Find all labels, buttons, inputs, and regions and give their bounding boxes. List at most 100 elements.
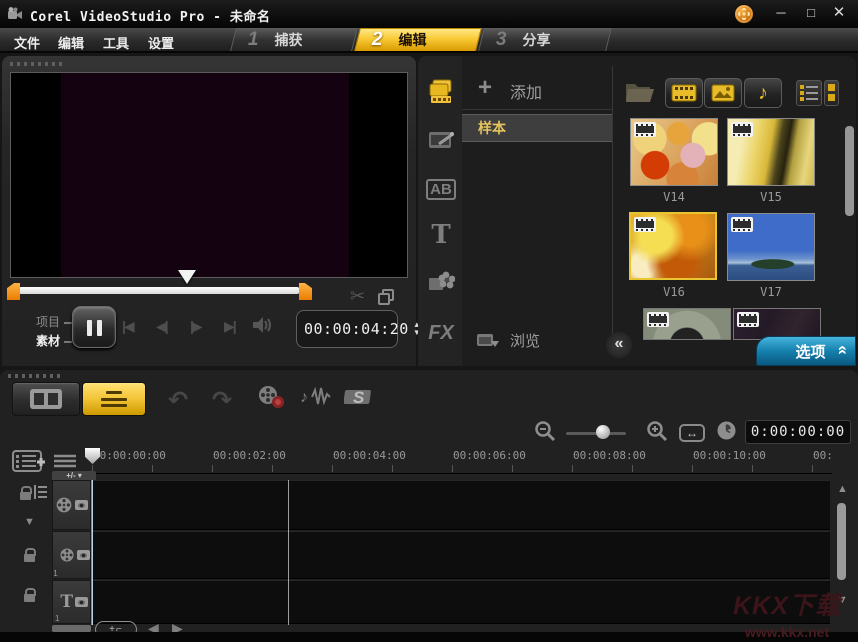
rail-title-icon[interactable]: T: [422, 216, 460, 254]
panel-grip[interactable]: [10, 62, 66, 66]
gallery-scrollbar[interactable]: [845, 126, 854, 216]
track-visibility-icon[interactable]: [75, 500, 88, 510]
tab-share[interactable]: 3 分享: [478, 28, 612, 51]
split-clip-icon[interactable]: ✂: [350, 286, 365, 307]
ruler-label: 00:00:04:00: [333, 449, 406, 462]
audio-mixer-icon[interactable]: ♪: [300, 384, 334, 415]
zoom-out-icon[interactable]: [534, 420, 556, 447]
trim-start-handle[interactable]: [7, 283, 20, 300]
timeline-playhead-line[interactable]: [91, 480, 93, 625]
title-track-header[interactable]: 1 T: [52, 580, 91, 624]
track-options-icon[interactable]: [34, 484, 48, 500]
video-track-row[interactable]: [92, 480, 830, 530]
preview-timecode[interactable]: 00:00:04:20 ▲ ▼: [296, 310, 421, 348]
go-end-button[interactable]: ▶|: [224, 318, 237, 335]
ruler-label: 00:00:10:00: [693, 449, 766, 462]
tab-edit[interactable]: 2 编辑: [354, 28, 482, 51]
video-track-header[interactable]: [52, 480, 91, 530]
timeline-timecode[interactable]: 0:00:00:00: [745, 420, 851, 444]
track-visibility-icon[interactable]: [75, 597, 89, 607]
scrubber-track[interactable]: [18, 287, 300, 294]
rail-media-icon[interactable]: [422, 72, 460, 110]
timeline-view-icon: [101, 391, 127, 407]
thumbnail-view-button[interactable]: [824, 80, 839, 106]
overlay-track-header[interactable]: 1: [52, 531, 91, 579]
close-button[interactable]: ✕: [828, 4, 850, 22]
rail-graphic-icon[interactable]: [422, 262, 460, 300]
media-thumbnail-v17[interactable]: [727, 213, 815, 281]
app-logo-icon: [6, 5, 24, 28]
volume-icon[interactable]: [252, 316, 274, 339]
library-rail: AB T FX: [418, 56, 462, 366]
redo-button[interactable]: ↷: [212, 386, 232, 415]
preview-playhead[interactable]: [178, 270, 196, 284]
storyboard-view-button[interactable]: [12, 382, 80, 416]
menu-settings[interactable]: 设置: [142, 31, 180, 54]
preview-panel: ✂ 项目 素材 |◀ ◀| |▶ ▶| 00:00:04:20 ▲ ▼: [2, 56, 421, 366]
timeline-view-button[interactable]: [82, 382, 146, 416]
pause-button[interactable]: [72, 306, 116, 348]
chevrons-up-icon: »: [831, 347, 851, 355]
undo-button[interactable]: ↶: [168, 386, 188, 415]
fit-project-icon[interactable]: ↔: [679, 424, 705, 442]
menu-edit[interactable]: 编辑: [52, 31, 90, 54]
scroll-up-icon[interactable]: ▲: [837, 483, 848, 495]
track-header-scrollbar[interactable]: [52, 625, 91, 632]
list-view-button[interactable]: [796, 80, 822, 106]
lock-track-icon[interactable]: [20, 486, 32, 500]
track-manager-icon[interactable]: [12, 450, 46, 477]
timeline-zoom-slider-knob[interactable]: [596, 425, 610, 439]
clip-mode-label[interactable]: 素材: [36, 332, 72, 349]
tab-capture[interactable]: 1 捕获: [230, 28, 358, 51]
overlay-track-icon: [60, 548, 74, 562]
menu-tools[interactable]: 工具: [97, 31, 135, 54]
lock-track-icon[interactable]: [24, 548, 36, 562]
filter-audio-button[interactable]: ♪: [744, 78, 782, 108]
panel-grip[interactable]: [8, 374, 64, 378]
filter-photo-button[interactable]: [704, 78, 742, 108]
lock-track-icon[interactable]: [24, 588, 36, 602]
options-button[interactable]: 选项 »: [756, 336, 856, 366]
enlarge-preview-icon[interactable]: [378, 289, 394, 305]
overlay-track-row[interactable]: [92, 531, 830, 579]
duration-clock-icon[interactable]: [716, 420, 737, 446]
maximize-button[interactable]: □: [800, 4, 822, 22]
record-capture-icon[interactable]: [256, 384, 286, 415]
zoom-in-icon[interactable]: [646, 420, 668, 447]
step-tabs: 1 捕获 2 编辑 3 分享: [230, 28, 612, 51]
browse-button[interactable]: 浏览: [476, 330, 540, 351]
media-thumbnail-v14[interactable]: [630, 118, 718, 186]
track-dropdown-icon[interactable]: ▼: [24, 516, 35, 528]
menu-file[interactable]: 文件: [8, 31, 46, 54]
project-mode-label[interactable]: 项目: [36, 313, 72, 330]
collapse-panel-button[interactable]: «: [606, 332, 632, 358]
rail-filter-icon[interactable]: FX: [422, 314, 460, 352]
add-media-button[interactable]: + 添加: [462, 70, 612, 110]
rail-instant-project-icon[interactable]: [422, 122, 460, 160]
minimize-button[interactable]: ─: [770, 4, 792, 22]
thumbnail-label: V17: [760, 285, 782, 299]
timeline-vertical-scrollbar[interactable]: [837, 503, 846, 580]
svg-text:S: S: [353, 388, 365, 407]
window-bottom-edge: [0, 632, 858, 642]
rail-transition-icon[interactable]: AB: [422, 170, 460, 208]
go-start-button[interactable]: |◀: [122, 318, 135, 335]
media-thumbnail-v16-selected[interactable]: [629, 212, 717, 280]
media-thumbnail-partial[interactable]: [643, 308, 731, 340]
next-frame-button[interactable]: |▶: [190, 318, 203, 335]
scroll-down-icon[interactable]: ▼: [837, 594, 848, 606]
thumbnail-label: V14: [663, 190, 685, 204]
timeline-ruler[interactable]: 00:00:00:00 00:00:02:00 00:00:04:00 00:0…: [84, 446, 832, 474]
ripple-edit-icon[interactable]: S: [343, 384, 376, 415]
media-thumbnail-v15[interactable]: [727, 118, 815, 186]
trim-end-handle[interactable]: [299, 283, 312, 300]
prev-frame-button[interactable]: ◀|: [156, 318, 169, 335]
import-folder-icon[interactable]: [624, 78, 654, 109]
category-item-sample[interactable]: 样本: [462, 114, 612, 142]
title-bar: Corel VideoStudio Pro - 未命名 ─ □ ✕: [0, 0, 858, 28]
browse-folder-icon: [477, 333, 499, 347]
title-track-row[interactable]: [92, 580, 830, 624]
filter-video-button[interactable]: [665, 78, 703, 108]
ruler-label: 00:00:08:00: [573, 449, 646, 462]
track-visibility-icon[interactable]: [76, 550, 90, 560]
